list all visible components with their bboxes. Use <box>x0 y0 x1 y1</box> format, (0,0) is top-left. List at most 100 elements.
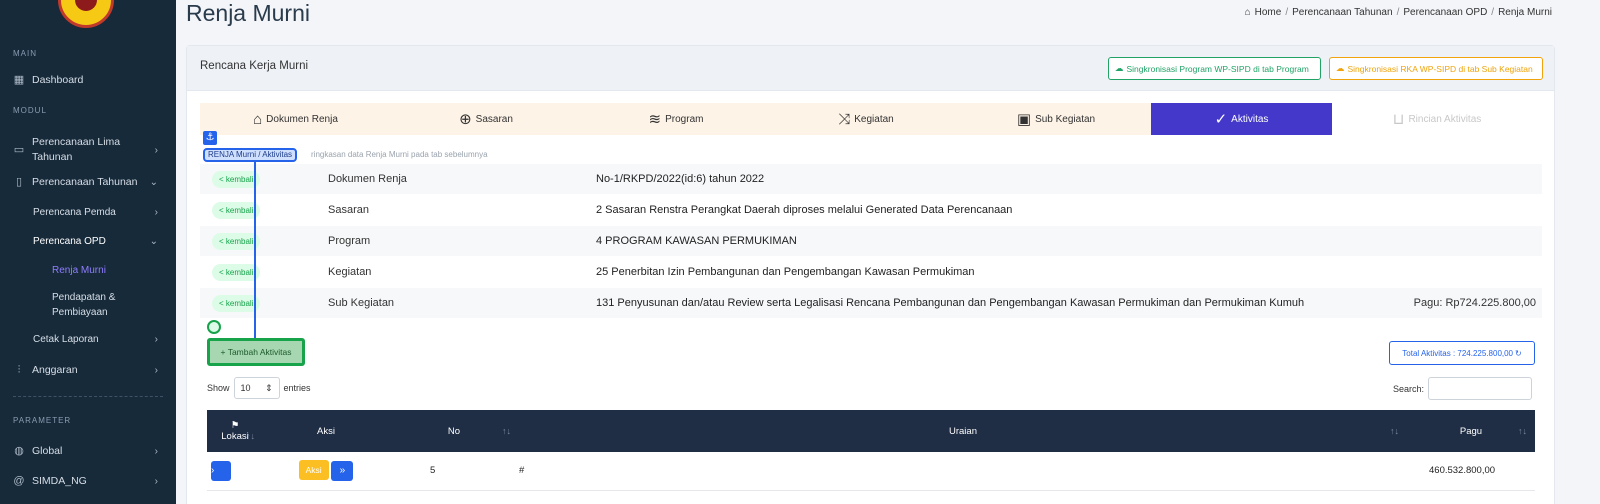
chevron-right-icon: › <box>154 445 158 457</box>
home-icon: ⌂ <box>1244 7 1251 18</box>
connector-line <box>254 162 256 338</box>
table-row: › Aksi » 5 # 460.532.800,00 <box>207 452 1535 490</box>
sidebar-item-simda[interactable]: @ SIMDA_NG › <box>0 475 176 487</box>
chevron-updown-icon: ⇕ <box>264 382 273 393</box>
summary-label: Dokumen Renja <box>328 173 407 185</box>
sidebar-item-global[interactable]: ◍ Global › <box>0 445 176 457</box>
cell-uraian: # <box>519 465 525 477</box>
summary-table: < kembali Dokumen Renja No-1/RKPD/2022(i… <box>200 164 1542 319</box>
tab-program[interactable]: ≋ Program <box>581 103 771 135</box>
sidebar-item-renja-murni[interactable]: Renja Murni <box>0 265 176 276</box>
chevron-right-icon: › <box>154 475 158 487</box>
search-control: Search: <box>1393 377 1533 400</box>
cloud-sync-icon: ☁ <box>1336 63 1345 73</box>
sidebar-divider <box>13 396 163 397</box>
tab-rincian-aktivitas[interactable]: ⊔ Rincian Aktivitas <box>1332 103 1542 135</box>
summary-value: 131 Penyusunan dan/atau Review serta Leg… <box>596 297 1305 309</box>
entries-select[interactable]: 10 ⇕ <box>233 377 280 399</box>
search-input[interactable] <box>1428 377 1533 400</box>
cell-no: 5 <box>430 465 436 477</box>
sidebar: MAIN ▦ Dashboard MODUL ▭ Perencanaan Lim… <box>0 0 176 504</box>
anchor-icon: ⚓ <box>203 131 217 145</box>
breadcrumb-current: Renja Murni <box>1498 7 1552 18</box>
sidebar-item-label: Perencanaan Lima Tahunan <box>32 136 121 163</box>
summary-row: < kembali Dokumen Renja No-1/RKPD/2022(i… <box>200 164 1542 195</box>
renja-tag: RENJA Murni / Aktivitas <box>203 148 298 162</box>
section-label-main: MAIN <box>13 49 37 58</box>
sidebar-item-label: SIMDA_NG <box>32 475 87 487</box>
sort-icon: ↑↓ <box>1518 425 1527 436</box>
section-label-modul: MODUL <box>13 106 47 115</box>
layers-icon: ≋ <box>648 111 662 128</box>
map-pin-icon: ⚑ <box>230 420 240 431</box>
breadcrumb-tahunan[interactable]: Perencanaan Tahunan <box>1292 7 1392 18</box>
column-no[interactable]: No ↑↓ <box>389 410 519 452</box>
card-title: Rencana Kerja Murni <box>200 60 309 72</box>
sidebar-item-dashboard[interactable]: ▦ Dashboard <box>0 74 176 86</box>
chevron-right-icon: › <box>154 334 158 345</box>
sidebar-item-renstra[interactable]: ▭ Perencanaan Lima Tahunan › <box>0 135 176 165</box>
breadcrumb-opd[interactable]: Perencanaan OPD <box>1403 7 1487 18</box>
sidebar-item-label: Renja Murni <box>52 265 106 276</box>
refresh-icon: ↻ <box>1515 348 1522 358</box>
page-title: Renja Murni <box>186 0 310 26</box>
sidebar-item-label: Perencana Pemda <box>33 207 116 218</box>
column-pagu[interactable]: Pagu ↑↓ <box>1407 410 1535 452</box>
sidebar-item-label: Perencanaan Tahunan <box>32 176 138 188</box>
globe-icon: ◍ <box>14 445 24 457</box>
tab-kegiatan[interactable]: ⤨ Kegiatan <box>771 103 961 135</box>
cloud-sync-icon: ☁ <box>1115 63 1124 73</box>
clipboard-icon: ▯ <box>15 176 23 188</box>
tab-sasaran[interactable]: ⊕ Sasaran <box>391 103 581 135</box>
section-label-parameter: PARAMETER <box>13 416 72 425</box>
tab-dokumen-renja[interactable]: ⌂ Dokumen Renja <box>200 103 391 135</box>
chevron-down-icon: ⌄ <box>149 176 158 188</box>
total-aktivitas-button[interactable]: Total Aktivitas : 724.225.800,00 ↻ <box>1389 341 1535 365</box>
tab-bar: ⌂ Dokumen Renja ⊕ Sasaran ≋ Program ⤨ Ke… <box>200 103 1542 135</box>
chevron-right-icon: › <box>154 364 158 376</box>
sync-rka-button[interactable]: ☁ Singkronisasi RKA WP-SIPD di tab Sub K… <box>1329 57 1543 80</box>
sidebar-item-label: Perencana OPD <box>33 236 106 247</box>
card-header: Rencana Kerja Murni ☁ Singkronisasi Prog… <box>187 46 1554 91</box>
summary-value: 4 PROGRAM KAWASAN PERMUKIMAN <box>596 235 797 247</box>
chevron-right-icon: › <box>154 207 158 218</box>
summary-label: Kegiatan <box>328 266 372 278</box>
expand-button[interactable]: › <box>211 460 231 481</box>
table-header-row: ⚑ Lokasi ↑↓ Aksi No ↑↓ Uraian ↑↓ Pagu ↑↓ <box>207 410 1535 452</box>
crosshair-icon: ⊕ <box>459 111 472 128</box>
sidebar-item-label: Pendapatan & Pembiayaan <box>52 292 116 318</box>
sidebar-item-label: Dashboard <box>32 74 84 86</box>
sidebar-item-cetak[interactable]: Cetak Laporan › <box>0 334 176 345</box>
sidebar-item-pendapatan[interactable]: Pendapatan & Pembiayaan <box>0 290 176 320</box>
column-lokasi[interactable]: ⚑ Lokasi ↑↓ <box>207 410 263 452</box>
shuffle-icon: ⤨ <box>838 110 851 128</box>
calendar-icon: ▭ <box>13 144 25 156</box>
forward-button[interactable]: » <box>331 461 354 482</box>
kanban-icon: ▣ <box>1016 111 1032 128</box>
cart-icon: ⊔ <box>1392 111 1405 128</box>
aksi-button[interactable]: Aksi <box>298 460 329 481</box>
chevron-down-icon: ⌄ <box>149 236 158 247</box>
sort-icon: ↑↓ <box>1390 425 1399 436</box>
home-icon: ⌂ <box>253 110 263 128</box>
check-circle-icon: ✓ <box>1214 111 1228 128</box>
sidebar-item-anggaran[interactable]: ⫶ Anggaran › <box>0 364 176 376</box>
breadcrumb: ⌂ Home / Perencanaan Tahunan / Perencana… <box>1244 7 1552 18</box>
summary-label: Sasaran <box>328 204 369 216</box>
sidebar-item-pemda[interactable]: Perencana Pemda › <box>0 207 176 218</box>
app-logo <box>58 0 114 28</box>
target-icon <box>207 320 221 334</box>
summary-value: 2 Sasaran Renstra Perangkat Daerah dipro… <box>596 204 1013 216</box>
add-aktivitas-button[interactable]: + Tambah Aktivitas <box>207 338 305 366</box>
column-uraian[interactable]: Uraian ↑↓ <box>519 410 1407 452</box>
tab-sub-kegiatan[interactable]: ▣ Sub Kegiatan <box>961 103 1151 135</box>
summary-row: < kembali Program 4 PROGRAM KAWASAN PERM… <box>200 226 1542 257</box>
breadcrumb-home[interactable]: Home <box>1255 7 1282 18</box>
sync-program-button[interactable]: ☁ Singkronisasi Program WP-SIPD di tab P… <box>1108 57 1321 80</box>
sidebar-item-opd[interactable]: Perencana OPD ⌄ <box>0 236 176 247</box>
entries-control: Show 10 ⇕ entries <box>207 377 311 399</box>
summary-value: 25 Penerbitan Izin Pembangunan dan Penge… <box>596 266 975 278</box>
grid-icon: ▦ <box>13 74 25 86</box>
sidebar-item-tahunan[interactable]: ▯ Perencanaan Tahunan ⌄ <box>0 176 176 188</box>
tab-aktivitas[interactable]: ✓ Aktivitas <box>1151 103 1332 135</box>
